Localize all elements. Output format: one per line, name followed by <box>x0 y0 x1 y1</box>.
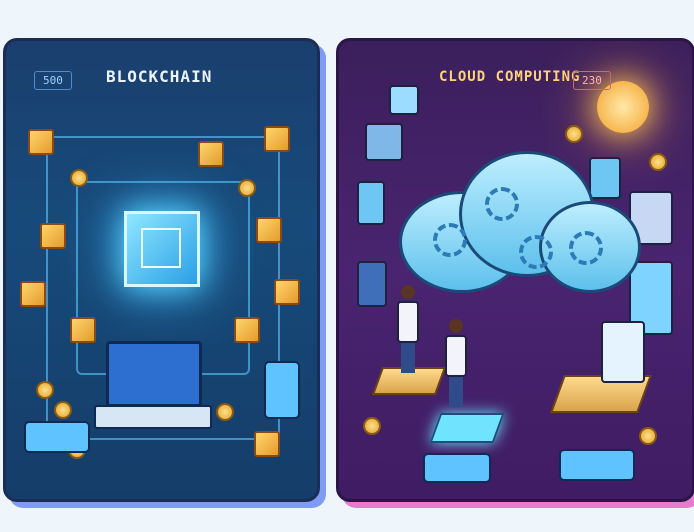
phone-icon <box>601 321 645 383</box>
cube-icon <box>274 279 300 305</box>
gear-icon <box>433 223 467 257</box>
coin-icon <box>54 401 72 419</box>
phone-icon <box>559 449 635 481</box>
blockchain-card: 500 BLOCKCHAIN <box>3 38 320 502</box>
coin-icon <box>216 403 234 421</box>
cube-icon <box>254 431 280 457</box>
cube-icon <box>198 141 224 167</box>
gear-icon <box>569 231 603 265</box>
panel-icon <box>357 261 387 307</box>
coin-icon <box>363 417 381 435</box>
coin-icon <box>565 125 583 143</box>
cloud-icon <box>365 123 403 161</box>
platform <box>429 413 505 443</box>
cube-icon <box>234 317 260 343</box>
coin-icon <box>70 169 88 187</box>
phone-icon <box>264 361 300 419</box>
person-icon <box>445 319 467 407</box>
card-title: CLOUD COMPUTING <box>439 69 581 85</box>
phone-icon <box>423 453 491 483</box>
card-title: BLOCKCHAIN <box>106 67 213 86</box>
cube-icon <box>256 217 282 243</box>
coin-icon <box>238 179 256 197</box>
cube-icon <box>389 85 419 115</box>
cube-icon <box>20 281 46 307</box>
cloud-icon <box>399 151 641 293</box>
stat-badge: 500 <box>34 71 72 90</box>
laptop-base <box>94 405 212 429</box>
coin-icon <box>639 427 657 445</box>
coin-icon <box>649 153 667 171</box>
core-block-icon <box>124 211 200 287</box>
laptop-icon <box>106 341 202 407</box>
phone-icon <box>24 421 90 453</box>
cube-icon <box>70 317 96 343</box>
cube-icon <box>264 126 290 152</box>
cloud-computing-card: CLOUD COMPUTING 230 <box>336 38 694 502</box>
phone-icon <box>357 181 385 225</box>
person-icon <box>397 285 419 373</box>
gear-icon <box>485 187 519 221</box>
coin-icon <box>36 381 54 399</box>
stat-badge: 230 <box>573 71 611 90</box>
cube-icon <box>28 129 54 155</box>
gear-icon <box>519 235 553 269</box>
cube-icon <box>40 223 66 249</box>
